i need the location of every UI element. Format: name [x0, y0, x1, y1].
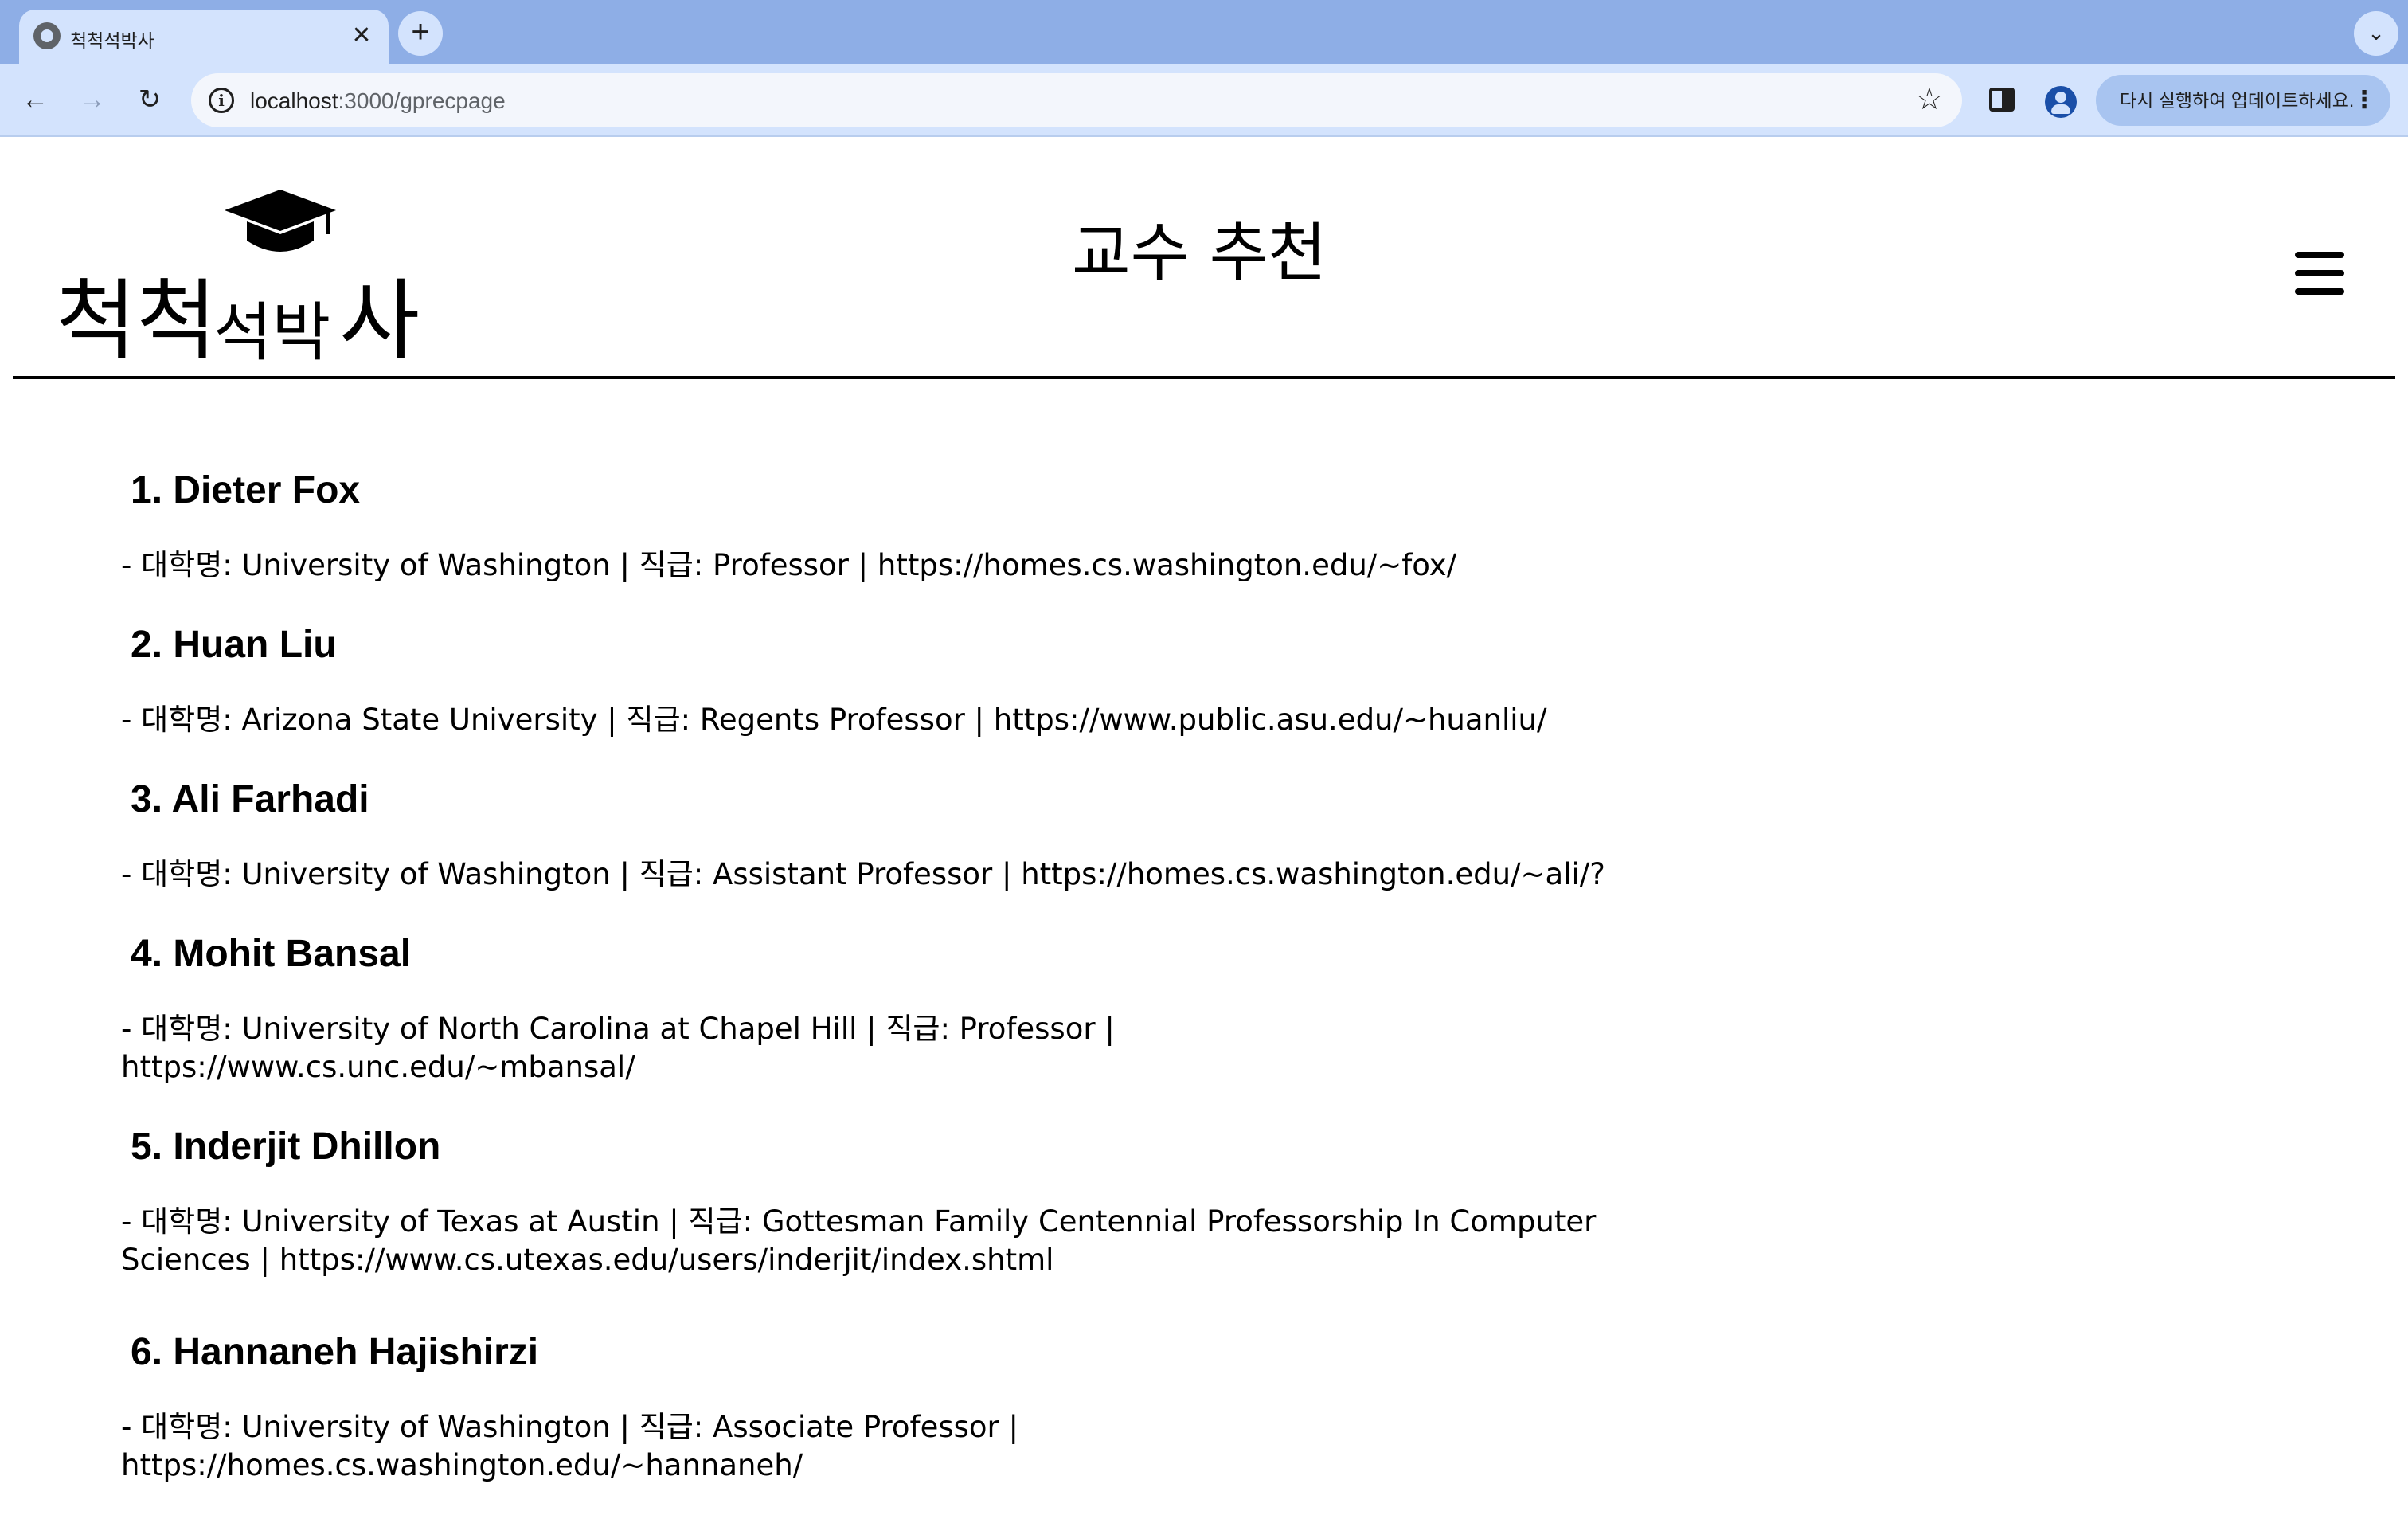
- professor-info: - 대학명: University of Texas at Austin | 직…: [121, 1204, 1597, 1277]
- graduation-cap-icon: [225, 190, 336, 252]
- professor-info: - 대학명: University of Washington | 직급: As…: [121, 857, 1605, 891]
- professor-list: 1. Dieter Fox - 대학명: University of Washi…: [121, 468, 1714, 1523]
- logo-word-2: 석박: [213, 296, 331, 370]
- browser-tab[interactable]: 척척석박사 ✕: [19, 10, 389, 64]
- site-logo[interactable]: 척척 석박 사: [56, 190, 422, 365]
- logo-word-1: 척척: [56, 270, 217, 372]
- site-info-icon[interactable]: i: [209, 88, 234, 113]
- tab-strip: 척척석박사 ✕ + ⌄: [0, 0, 2408, 64]
- hamburger-menu-icon[interactable]: [2295, 252, 2344, 295]
- reload-icon[interactable]: ↻: [129, 80, 170, 121]
- globe-icon: [33, 22, 61, 49]
- list-item: 4. Mohit Bansal - 대학명: University of Nor…: [121, 932, 1714, 1086]
- professor-info: - 대학명: University of Washington | 직급: Pr…: [121, 548, 1457, 582]
- list-item: 1. Dieter Fox - 대학명: University of Washi…: [121, 468, 1714, 585]
- professor-name: 5. Inderjit Dhillon: [131, 1126, 441, 1168]
- professor-name: 2. Huan Liu: [131, 624, 337, 666]
- professor-info: - 대학명: Arizona State University | 직급: Re…: [121, 703, 1547, 737]
- list-item: 6. Hannaneh Hajishirzi - 대학명: University…: [121, 1330, 1714, 1485]
- logo-word-3: 사: [339, 270, 420, 372]
- url-text[interactable]: localhost:3000/gprecpage: [250, 88, 506, 114]
- page-content: 척척 석박 사 교수 추천 1. Dieter Fox - 대학명: Unive…: [0, 139, 2408, 1505]
- list-item: 2. Huan Liu - 대학명: Arizona State Univers…: [121, 623, 1714, 739]
- close-icon[interactable]: ✕: [346, 21, 377, 53]
- menu-bar: [2295, 288, 2344, 295]
- professor-name: 1. Dieter Fox: [131, 469, 361, 511]
- professor-name: 4. Mohit Bansal: [131, 933, 412, 975]
- professor-info: - 대학명: University of Washington | 직급: As…: [121, 1410, 1018, 1482]
- update-label: 다시 실행하여 업데이트하세요.: [2120, 90, 2355, 111]
- new-tab-button[interactable]: +: [398, 11, 443, 56]
- professor-name: 3. Ali Farhadi: [131, 778, 369, 820]
- tab-search-button[interactable]: ⌄: [2354, 11, 2398, 56]
- menu-bar: [2295, 270, 2344, 276]
- list-item: 5. Inderjit Dhillon - 대학명: University of…: [121, 1125, 1714, 1279]
- back-arrow-icon[interactable]: ←: [14, 80, 56, 121]
- url-host: localhost: [250, 88, 338, 113]
- side-panel-icon[interactable]: [1989, 88, 2015, 112]
- bookmark-star-icon[interactable]: ☆: [1916, 81, 1943, 117]
- browser-toolbar: ← → ↻ i localhost:3000/gprecpage ☆ 다시 실행…: [0, 64, 2408, 137]
- update-button[interactable]: 다시 실행하여 업데이트하세요. ⋮: [2096, 75, 2390, 126]
- page-title: 교수 추천: [1072, 216, 1327, 290]
- professor-name: 6. Hannaneh Hajishirzi: [131, 1331, 539, 1373]
- address-bar[interactable]: i localhost:3000/gprecpage ☆: [191, 73, 1962, 127]
- header-divider: [13, 376, 2395, 379]
- more-options-icon[interactable]: ⋮: [2352, 75, 2376, 126]
- list-item: 3. Ali Farhadi - 대학명: University of Wash…: [121, 777, 1714, 894]
- menu-bar: [2295, 252, 2344, 258]
- profile-icon[interactable]: [2045, 86, 2077, 118]
- url-path: :3000/gprecpage: [338, 88, 506, 113]
- professor-info: - 대학명: University of North Carolina at C…: [121, 1012, 1115, 1084]
- forward-arrow-icon[interactable]: →: [72, 80, 113, 121]
- tab-title: 척척석박사: [70, 30, 154, 51]
